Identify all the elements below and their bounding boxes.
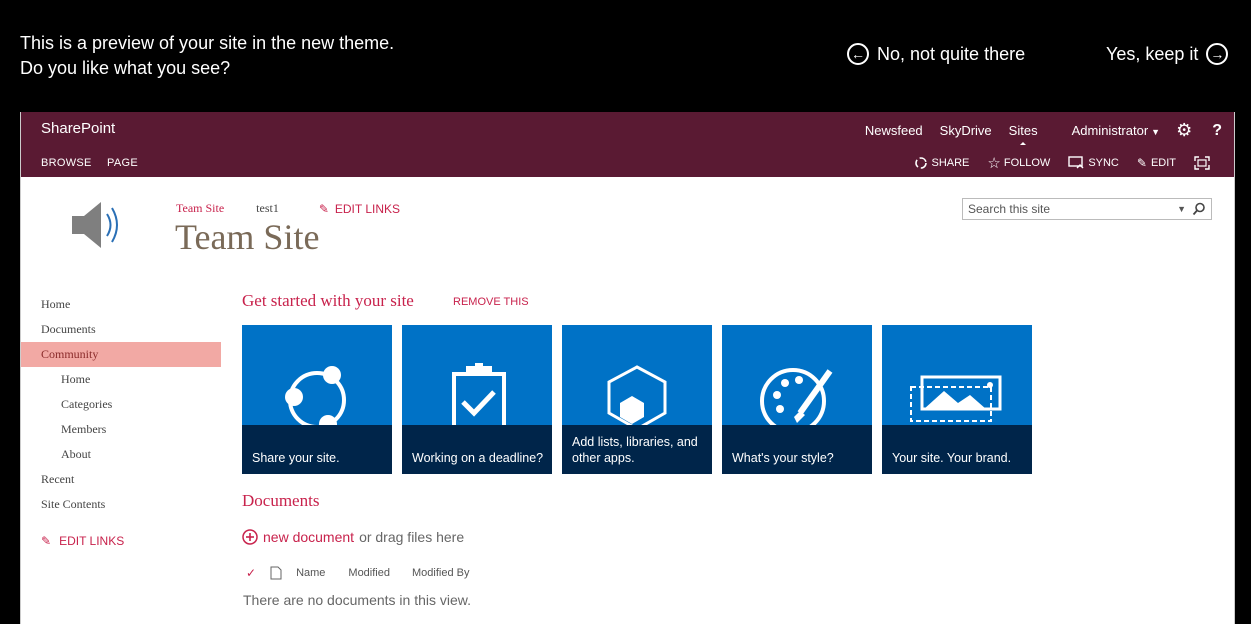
help-icon[interactable]: ? — [1212, 122, 1222, 140]
edit-links-top-label: EDIT LINKS — [334, 201, 401, 216]
arrow-left-circle-icon: ← — [847, 43, 869, 65]
document-type-icon[interactable] — [270, 566, 282, 580]
breadcrumb: Team Site test1 ✎ EDIT LINKS — [176, 201, 400, 216]
suite-link-skydrive[interactable]: SkyDrive — [940, 123, 992, 138]
image-brand-icon — [910, 375, 1002, 422]
documents-title[interactable]: Documents — [242, 491, 319, 511]
edit-button[interactable]: ✎ EDIT — [1137, 156, 1176, 170]
tab-browse[interactable]: BROWSE — [41, 157, 92, 169]
column-modified-by[interactable]: Modified By — [412, 567, 469, 579]
follow-label: FOLLOW — [1003, 157, 1051, 169]
scope-dropdown-icon[interactable]: ▼ — [1177, 204, 1186, 214]
share-button[interactable]: SHARE — [914, 156, 970, 170]
preview-message-line1: This is a preview of your site in the ne… — [20, 33, 395, 53]
quick-launch-nav: Home Documents Community Home Categories… — [21, 292, 221, 554]
select-all-check-icon[interactable]: ✓ — [246, 566, 256, 580]
no-not-quite-there-button[interactable]: ← No, not quite there — [847, 43, 1025, 65]
column-name[interactable]: Name — [296, 567, 325, 579]
clipboard-check-icon — [452, 363, 506, 436]
nav-subitem-home[interactable]: Home — [21, 367, 221, 392]
theme-preview-bar: This is a preview of your site in the ne… — [0, 0, 1251, 112]
pencil-icon: ✎ — [318, 201, 329, 216]
tile-brand[interactable]: Your site. Your brand. — [882, 325, 1032, 474]
edit-label: EDIT — [1150, 157, 1176, 169]
administrator-label: Administrator — [1071, 123, 1149, 138]
gear-icon[interactable]: ⚙ — [1176, 120, 1192, 141]
sharepoint-brand[interactable]: SharePoint — [41, 120, 115, 137]
suite-link-sites[interactable]: Sites — [1009, 123, 1038, 146]
column-modified[interactable]: Modified — [348, 567, 390, 579]
sync-icon — [1068, 156, 1084, 169]
tile-caption: Working on a deadline? — [412, 451, 544, 465]
breadcrumb-team-site[interactable]: Team Site — [176, 201, 224, 216]
nav-subitem-about[interactable]: About — [21, 442, 221, 467]
speaker-logo-icon — [72, 202, 118, 248]
get-started-title: Get started with your site — [242, 291, 414, 310]
tile-deadline[interactable]: Working on a deadline? — [402, 325, 552, 474]
no-label: No, not quite there — [877, 43, 1026, 64]
chevron-down-icon: ▼ — [1151, 127, 1161, 137]
tile-caption: Add lists, libraries, and other apps. — [572, 435, 698, 465]
nav-subitem-categories[interactable]: Categories — [21, 392, 221, 417]
share-icon — [914, 157, 927, 169]
plus-circle-icon[interactable] — [242, 529, 258, 545]
share-icon — [285, 366, 346, 425]
star-icon: ☆ — [987, 155, 1001, 172]
nav-item-documents[interactable]: Documents — [21, 317, 221, 342]
edit-links-top[interactable]: ✎ EDIT LINKS — [319, 202, 400, 216]
site-logo[interactable] — [69, 194, 129, 261]
ribbon-bar: BROWSE PAGE SHARE ☆ FOLLOW SYNC ✎ EDIT — [21, 145, 1234, 177]
tab-page[interactable]: PAGE — [107, 157, 138, 169]
page-title[interactable]: Team Site — [175, 216, 319, 258]
arrow-right-circle-icon: → — [1206, 43, 1229, 65]
nav-item-community[interactable]: Community — [21, 342, 221, 367]
follow-button[interactable]: ☆ FOLLOW — [987, 154, 1050, 172]
suite-links: Newsfeed SkyDrive Sites Administrator ▼ ⚙… — [848, 120, 1222, 146]
tile-caption: What's your style? — [732, 451, 834, 465]
pencil-icon: ✎ — [41, 534, 52, 548]
sync-label: SYNC — [1088, 157, 1119, 169]
pencil-icon: ✎ — [1136, 156, 1147, 170]
apps-hexagon-icon — [607, 365, 667, 431]
new-document-link[interactable]: new document — [263, 529, 354, 545]
suite-bar: SharePoint Newsfeed SkyDrive Sites Admin… — [21, 112, 1234, 146]
tile-caption: Your site. Your brand. — [892, 451, 1012, 465]
nav-item-recent[interactable]: Recent — [21, 467, 221, 492]
tile-share-site[interactable]: Share your site. — [242, 325, 392, 474]
preview-message-line2: Do you like what you see? — [20, 58, 231, 78]
suite-link-newsfeed[interactable]: Newsfeed — [865, 123, 923, 138]
nav-item-home[interactable]: Home — [21, 292, 221, 317]
drag-files-text: or drag files here — [359, 529, 465, 545]
nav-subitem-members[interactable]: Members — [21, 417, 221, 442]
yes-keep-it-button[interactable]: Yes, keep it → — [1106, 43, 1229, 65]
palette-icon — [760, 368, 833, 434]
sync-button[interactable]: SYNC — [1068, 156, 1119, 170]
nav-item-site-contents[interactable]: Site Contents — [21, 492, 221, 517]
administrator-menu[interactable]: Administrator ▼ — [1055, 123, 1161, 138]
edit-links-nav-label: EDIT LINKS — [59, 534, 125, 548]
share-label: SHARE — [931, 157, 970, 169]
tile-style[interactable]: What's your style? — [722, 325, 872, 474]
yes-label: Yes, keep it — [1106, 43, 1199, 64]
breadcrumb-test1[interactable]: test1 — [256, 201, 279, 216]
focus-content-button[interactable] — [1194, 156, 1214, 170]
search-box[interactable]: Search this site ▼ — [962, 198, 1212, 220]
site-preview-frame: SharePoint Newsfeed SkyDrive Sites Admin… — [20, 112, 1235, 624]
empty-view-message: There are no documents in this view. — [243, 592, 472, 608]
preview-message: This is a preview of your site in the ne… — [20, 31, 394, 81]
documents-column-headers: ✓ Name Modified Modified By — [246, 566, 469, 580]
ribbon-actions: SHARE ☆ FOLLOW SYNC ✎ EDIT — [896, 154, 1215, 172]
focus-content-icon — [1194, 156, 1210, 170]
edit-links-nav[interactable]: ✎ EDIT LINKS — [21, 529, 221, 554]
tile-caption: Share your site. — [252, 451, 340, 465]
search-icon[interactable] — [1192, 202, 1206, 216]
tile-add-apps[interactable]: Add lists, libraries, and other apps. — [562, 325, 712, 474]
search-input[interactable]: Search this site — [968, 202, 1177, 216]
new-document-row: new document or drag files here — [242, 529, 464, 545]
remove-this-link[interactable]: REMOVE THIS — [453, 296, 529, 308]
